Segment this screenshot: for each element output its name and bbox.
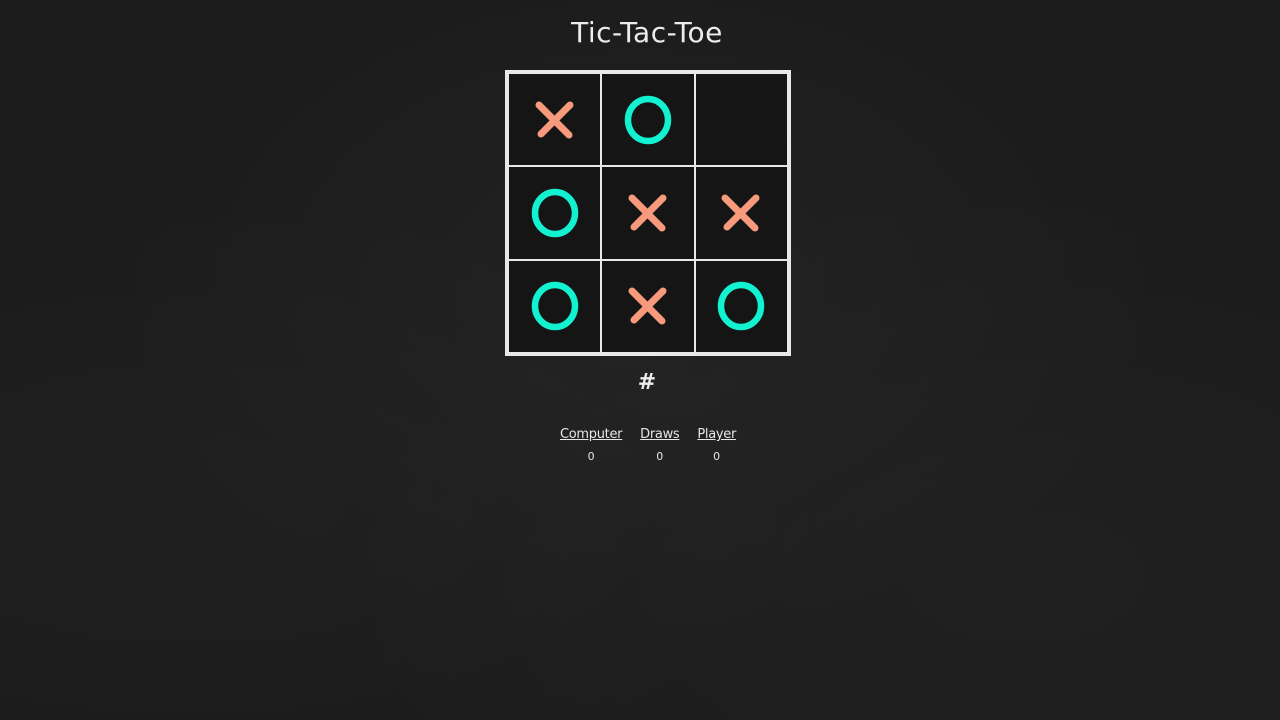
- o-mark-icon: [531, 282, 578, 331]
- score-player: Player 0: [697, 427, 736, 463]
- x-mark-icon: [628, 287, 667, 325]
- score-draws: Draws 0: [640, 427, 680, 463]
- board-cell-5[interactable]: [601, 166, 695, 260]
- x-mark-icon: [721, 194, 760, 232]
- o-mark-icon: [624, 95, 672, 144]
- score-label-computer: Computer: [560, 427, 623, 442]
- board-cell-6[interactable]: [694, 166, 788, 260]
- score-label-player: Player: [697, 427, 736, 442]
- score-label-draws: Draws: [640, 427, 680, 442]
- board-cell-4[interactable]: [508, 166, 602, 260]
- score-value-player: 0: [713, 450, 721, 463]
- score-computer: Computer 0: [560, 427, 623, 463]
- board-cell-8[interactable]: [601, 259, 695, 353]
- game-board: [505, 70, 791, 356]
- o-mark-icon: [718, 282, 765, 331]
- board-cell-3[interactable]: [694, 73, 788, 167]
- o-mark-icon: [531, 188, 578, 238]
- score-value-draws: 0: [656, 450, 664, 463]
- status-symbol: #: [637, 370, 657, 395]
- x-mark-icon: [628, 194, 667, 232]
- game-title: Tic-Tac-Toe: [571, 16, 723, 49]
- scoreboard: Computer 0 Draws 0 Player 0: [560, 427, 736, 463]
- board-cell-9[interactable]: [694, 259, 788, 353]
- x-mark-icon: [535, 101, 574, 139]
- board-cell-7[interactable]: [508, 259, 602, 353]
- board-cell-1[interactable]: [508, 73, 602, 167]
- board-cell-2[interactable]: [601, 73, 695, 167]
- score-value-computer: 0: [587, 450, 595, 463]
